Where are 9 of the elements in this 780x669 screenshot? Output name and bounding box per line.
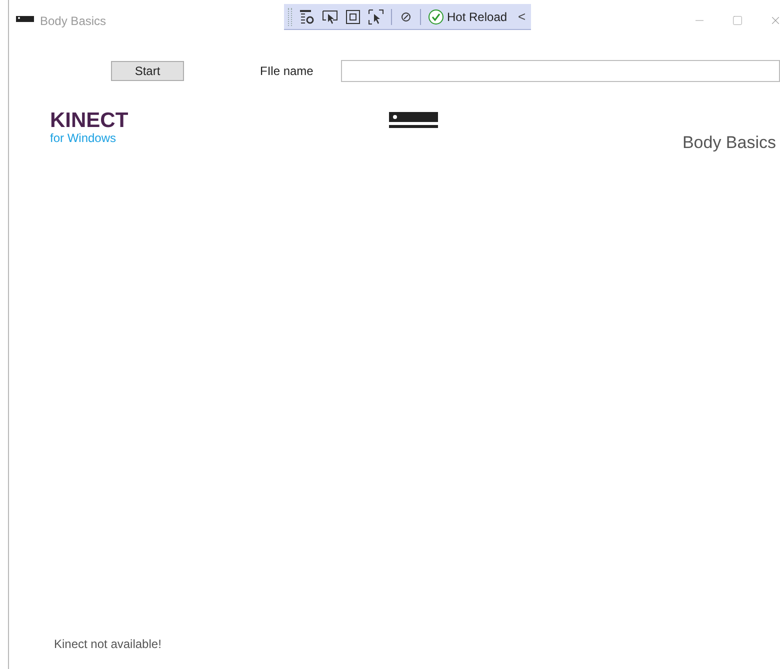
logo-wordmark: KINECT xyxy=(50,110,128,132)
hot-reload-button[interactable]: Hot Reload xyxy=(428,8,508,26)
status-text: Kinect not available! xyxy=(54,636,162,653)
collapse-button[interactable]: < xyxy=(518,6,526,26)
start-button[interactable]: Start xyxy=(111,61,184,81)
logo-subtitle: for Windows xyxy=(50,132,118,145)
window-title: Body Basics xyxy=(40,13,106,30)
app-title: Body Basics xyxy=(682,132,776,154)
field-label: FIle name xyxy=(260,63,314,80)
